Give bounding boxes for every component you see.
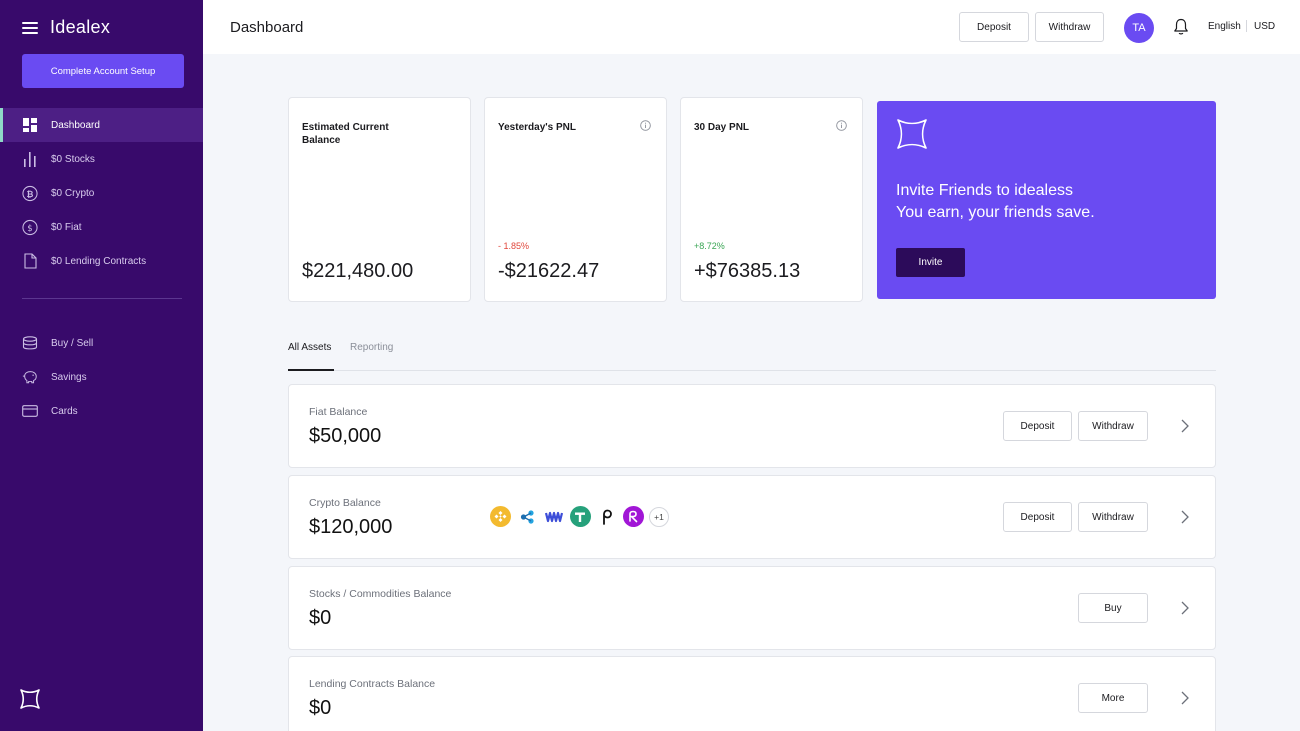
currency-selector[interactable]: USD xyxy=(1254,21,1275,32)
bitcoin-icon: ₿ xyxy=(22,185,38,201)
sidebar-item-cards[interactable]: Cards xyxy=(0,394,203,428)
sidebar-item-savings[interactable]: Savings xyxy=(0,360,203,394)
balance-label: Lending Contracts Balance xyxy=(309,678,436,690)
invite-text: Invite Friends to idealess You earn, you… xyxy=(896,180,1095,224)
balance-row-stocks: Stocks / Commodities Balance $0 Buy xyxy=(288,566,1216,650)
balance-label: Stocks / Commodities Balance xyxy=(309,588,452,600)
sidebar-item-crypto[interactable]: ₿ $0 Crypto xyxy=(0,176,203,210)
sidebar-item-label: Savings xyxy=(51,371,87,383)
bar-chart-icon xyxy=(22,151,38,167)
stat-card-estimated-balance: Estimated Current Balance $221,480.00 xyxy=(288,97,471,302)
piggy-bank-icon xyxy=(22,369,38,385)
stat-value: $221,480.00 xyxy=(302,260,414,282)
brand-logo-icon xyxy=(897,119,927,149)
balance-row-crypto: Crypto Balance $120,000 +1 Deposit Withd… xyxy=(288,475,1216,559)
sidebar-item-dashboard[interactable]: Dashboard xyxy=(0,108,203,142)
page-title: Dashboard xyxy=(230,19,304,36)
tab-reporting[interactable]: Reporting xyxy=(350,342,393,371)
crypto-deposit-button[interactable]: Deposit xyxy=(1003,502,1072,532)
stocks-buy-button[interactable]: Buy xyxy=(1078,593,1148,623)
balance-value: $0 xyxy=(309,697,332,719)
sidebar-item-label: $0 Lending Contracts xyxy=(51,255,147,267)
dollar-icon: $ xyxy=(22,219,38,235)
app-name: Idealex xyxy=(50,17,111,37)
stat-value: +$76385.13 xyxy=(694,260,801,282)
sidebar-item-label: Cards xyxy=(51,405,78,417)
chevron-right-icon[interactable] xyxy=(1180,509,1190,525)
coins-stack-icon xyxy=(22,335,38,351)
avatar[interactable]: TA xyxy=(1124,13,1154,43)
sidebar-item-lending-contracts[interactable]: $0 Lending Contracts xyxy=(0,244,203,278)
sidebar-item-label: $0 Stocks xyxy=(51,153,95,165)
svg-text:$: $ xyxy=(27,222,32,232)
asset-tabs: All Assets Reporting xyxy=(288,340,1216,371)
header-withdraw-button[interactable]: Withdraw xyxy=(1035,12,1104,42)
stat-card-30-day-pnl: 30 Day PNL +8.72% +$76385.13 xyxy=(680,97,863,302)
invite-subline: You earn, your friends save. xyxy=(896,204,1095,221)
balance-value: $120,000 xyxy=(309,516,393,538)
ripple-icon xyxy=(517,506,538,527)
crypto-coin-list: +1 xyxy=(490,506,669,527)
chevron-right-icon[interactable] xyxy=(1180,418,1190,434)
stat-card-yesterday-pnl: Yesterday's PNL - 1.85% -$21622.47 xyxy=(484,97,667,302)
fiat-withdraw-button[interactable]: Withdraw xyxy=(1078,411,1148,441)
crypto-withdraw-button[interactable]: Withdraw xyxy=(1078,502,1148,532)
balance-row-fiat: Fiat Balance $50,000 Deposit Withdraw xyxy=(288,384,1216,468)
waves-icon xyxy=(543,506,564,527)
complete-account-setup-button[interactable]: Complete Account Setup xyxy=(22,54,184,88)
chevron-right-icon[interactable] xyxy=(1180,690,1190,706)
bell-icon[interactable] xyxy=(1173,18,1189,36)
balance-label: Crypto Balance xyxy=(309,497,381,509)
invite-friends-card: Invite Friends to idealess You earn, you… xyxy=(877,101,1216,299)
stat-title: Yesterday's PNL xyxy=(498,122,576,133)
hamburger-menu-icon[interactable] xyxy=(22,21,38,34)
binance-coin-icon xyxy=(490,506,511,527)
invite-headline: Invite Friends to idealess xyxy=(896,182,1073,199)
secondary-nav: Buy / Sell Savings Cards xyxy=(0,326,203,428)
dashboard-icon xyxy=(22,117,38,133)
tab-all-assets[interactable]: All Assets xyxy=(288,342,334,371)
document-icon xyxy=(22,253,38,269)
chevron-right-icon[interactable] xyxy=(1180,600,1190,616)
language-selector[interactable]: English xyxy=(1208,21,1241,32)
sidebar-item-stocks[interactable]: $0 Stocks xyxy=(0,142,203,176)
header-separator xyxy=(1246,20,1247,32)
balance-label: Fiat Balance xyxy=(309,406,368,418)
sidebar-item-buy-sell[interactable]: Buy / Sell xyxy=(0,326,203,360)
polkadot-icon xyxy=(596,506,617,527)
tether-icon xyxy=(569,506,591,527)
radix-icon xyxy=(622,506,644,527)
stat-title: 30 Day PNL xyxy=(694,122,750,133)
invite-button[interactable]: Invite xyxy=(896,248,965,277)
info-icon[interactable] xyxy=(640,120,651,131)
sidebar: Idealex Complete Account Setup Dashboard… xyxy=(0,0,203,731)
stat-change: - 1.85% xyxy=(498,241,530,251)
card-icon xyxy=(22,403,38,419)
top-header: Dashboard Deposit Withdraw TA English US… xyxy=(203,0,1300,54)
sidebar-item-label: $0 Crypto xyxy=(51,187,95,199)
balance-row-lending-contracts: Lending Contracts Balance $0 More xyxy=(288,656,1216,731)
sidebar-divider xyxy=(22,298,182,299)
brand-logo-icon xyxy=(20,689,40,709)
sidebar-item-label: $0 Fiat xyxy=(51,221,82,233)
more-coins-badge[interactable]: +1 xyxy=(649,506,669,527)
sidebar-item-label: Dashboard xyxy=(51,119,100,131)
lending-more-button[interactable]: More xyxy=(1078,683,1148,713)
sidebar-item-label: Buy / Sell xyxy=(51,337,94,349)
stat-title: Estimated Current Balance xyxy=(302,122,389,146)
fiat-deposit-button[interactable]: Deposit xyxy=(1003,411,1072,441)
balance-value: $50,000 xyxy=(309,425,382,447)
stat-value: -$21622.47 xyxy=(498,260,600,282)
primary-nav: Dashboard $0 Stocks ₿ $0 Crypto $ $0 Fia… xyxy=(0,108,203,278)
stat-change: +8.72% xyxy=(694,241,725,251)
sidebar-item-fiat[interactable]: $ $0 Fiat xyxy=(0,210,203,244)
info-icon[interactable] xyxy=(836,120,847,131)
svg-text:₿: ₿ xyxy=(27,188,34,198)
balance-value: $0 xyxy=(309,607,332,629)
brand: Idealex xyxy=(22,17,110,38)
header-deposit-button[interactable]: Deposit xyxy=(959,12,1029,42)
